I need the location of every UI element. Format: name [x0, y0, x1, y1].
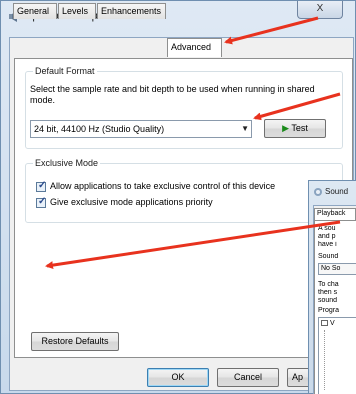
tab-advanced[interactable]: Advanced [167, 38, 222, 57]
default-format-description: Select the sample rate and bit depth to … [30, 84, 315, 105]
close-button[interactable]: X [297, 1, 343, 19]
ok-button[interactable]: OK [147, 368, 209, 387]
sound-text-line: A sou [318, 225, 336, 232]
checkmark-icon: ✓ [38, 196, 47, 207]
tree-connector [324, 330, 325, 390]
format-dropdown-value: 24 bit, 44100 Hz (Studio Quality) [34, 124, 165, 134]
format-dropdown[interactable]: 24 bit, 44100 Hz (Studio Quality) ▼ [30, 120, 252, 138]
exclusive-priority-checkbox[interactable]: ✓ [36, 196, 47, 208]
sound-text-line: have i [318, 241, 337, 248]
sound-scheme-dropdown[interactable]: No So [318, 263, 356, 275]
allow-exclusive-label[interactable]: Allow applications to take exclusive con… [50, 181, 275, 191]
speakers-properties-window: Speakers Properties X General Levels Enh… [0, 0, 356, 394]
tab-enhancements[interactable]: Enhancements [97, 3, 166, 19]
program-events-list[interactable]: V [318, 317, 356, 394]
programs-label: Progra [318, 307, 340, 314]
exclusive-mode-label: Exclusive Mode [33, 158, 101, 168]
cancel-button[interactable]: Cancel [217, 368, 279, 387]
sound-text-line: then s [318, 289, 338, 296]
play-icon: ▶ [282, 123, 290, 133]
chevron-down-icon: ▼ [241, 124, 249, 133]
sound-icon [314, 188, 322, 196]
exclusive-priority-label[interactable]: Give exclusive mode applications priorit… [50, 197, 213, 207]
exclusive-mode-group: Exclusive Mode ✓ Allow applications to t… [25, 158, 343, 223]
test-button[interactable]: ▶ Test [264, 119, 326, 138]
default-format-label: Default Format [33, 66, 97, 76]
allow-exclusive-checkbox[interactable]: ✓ [36, 180, 47, 192]
default-format-group: Default Format Select the sample rate an… [25, 66, 343, 149]
sound-window-client: Playback A sou and p have i Sound No So … [313, 205, 356, 394]
sound-text-line: To cha [318, 281, 339, 288]
tab-general[interactable]: General [13, 3, 57, 19]
sound-window: Sound Playback A sou and p have i Sound … [308, 180, 356, 394]
sounds-label: Sound [318, 253, 339, 260]
test-button-label: Test [291, 123, 308, 133]
checkmark-icon: ✓ [38, 180, 47, 191]
playback-panel: A sou and p have i Sound No So To cha th… [314, 220, 356, 394]
sound-text-line: sound [318, 297, 338, 304]
restore-defaults-button[interactable]: Restore Defaults [31, 332, 119, 351]
list-item[interactable]: V [321, 320, 335, 328]
tab-playback[interactable]: Playback [314, 208, 356, 220]
advanced-tab-panel: Default Format Select the sample rate an… [14, 58, 353, 358]
sound-window-title: Sound [325, 188, 349, 196]
sound-text-line: and p [318, 233, 336, 240]
window-icon [321, 320, 328, 327]
tab-levels[interactable]: Levels [58, 3, 96, 19]
